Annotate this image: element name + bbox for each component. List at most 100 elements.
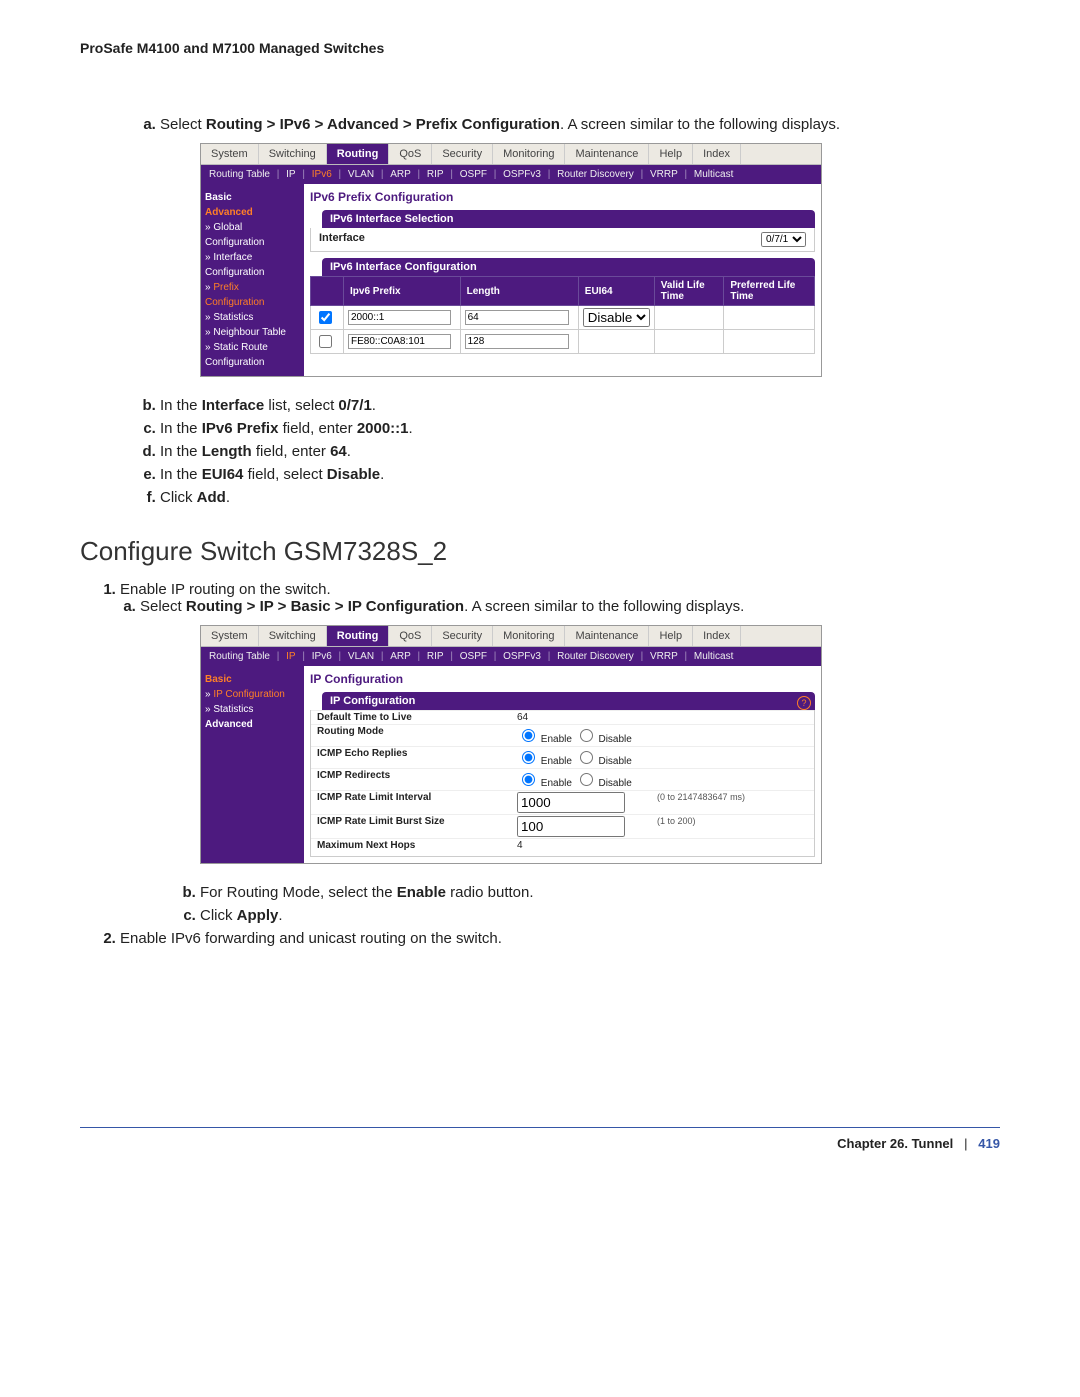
tab-monitoring[interactable]: Monitoring [493, 626, 565, 646]
subtab-ip[interactable]: IP [286, 651, 295, 662]
subtab-ipv6[interactable]: IPv6 [312, 169, 332, 180]
config-hint: (0 to 2147483647 ms) [657, 792, 745, 813]
tab-switching[interactable]: Switching [259, 626, 327, 646]
nav-item[interactable]: Global Configuration [205, 220, 300, 250]
step-c: In the IPv6 Prefix field, enter 2000::1. [160, 420, 1000, 437]
subtab-ospfv3[interactable]: OSPFv3 [503, 651, 541, 662]
tab-help[interactable]: Help [649, 144, 693, 164]
step-1c: Click Apply. [200, 907, 1000, 924]
col-header: Length [460, 277, 578, 306]
radio-disable[interactable] [580, 751, 593, 764]
subtab-ospf[interactable]: OSPF [460, 651, 487, 662]
subtab-rip[interactable]: RIP [427, 651, 444, 662]
interface-label: Interface [319, 232, 365, 247]
tab-qos[interactable]: QoS [389, 144, 432, 164]
nav-item[interactable]: IP Configuration [205, 687, 300, 702]
tab-index[interactable]: Index [693, 626, 741, 646]
nav-basic[interactable]: Basic [205, 672, 300, 687]
subtab-vrrp[interactable]: VRRP [650, 169, 678, 180]
subtab-routing-table[interactable]: Routing Table [209, 651, 270, 662]
tab-maintenance[interactable]: Maintenance [565, 144, 649, 164]
subtab-ip[interactable]: IP [286, 169, 295, 180]
radio-enable[interactable] [522, 751, 535, 764]
nav-item[interactable]: Prefix Configuration [205, 280, 300, 310]
radio-enable[interactable] [522, 773, 535, 786]
step-d: In the Length field, enter 64. [160, 443, 1000, 460]
table-row [311, 330, 815, 354]
ip-config-bar: IP Configuration [322, 692, 815, 710]
tab-system[interactable]: System [201, 144, 259, 164]
tab-maintenance[interactable]: Maintenance [565, 626, 649, 646]
side-nav: BasicIP ConfigurationStatisticsAdvanced [201, 666, 304, 863]
subtab-ipv6[interactable]: IPv6 [312, 651, 332, 662]
tab-system[interactable]: System [201, 626, 259, 646]
footer-rule [80, 1127, 1000, 1128]
nav-basic[interactable]: Basic [205, 190, 300, 205]
nav-item[interactable]: Static Route Configuration [205, 340, 300, 370]
config-label: Default Time to Live [317, 712, 517, 723]
screenshot-ip-config: SystemSwitchingRoutingQoSSecurityMonitor… [200, 625, 822, 864]
tab-qos[interactable]: QoS [389, 626, 432, 646]
row-checkbox[interactable] [319, 311, 332, 324]
nav-item[interactable]: Statistics [205, 702, 300, 717]
config-row: Maximum Next Hops4 [311, 838, 814, 852]
nav-item[interactable]: Neighbour Table [205, 325, 300, 340]
subtab-ospfv3[interactable]: OSPFv3 [503, 169, 541, 180]
page-title: IP Configuration [310, 672, 815, 686]
nav-item[interactable]: Statistics [205, 310, 300, 325]
interface-config-title: IPv6 Interface Configuration [322, 258, 815, 276]
eui64-select[interactable]: Disable [583, 308, 650, 327]
tab-help[interactable]: Help [649, 626, 693, 646]
col-header: Valid Life Time [654, 277, 724, 306]
tab-routing[interactable]: Routing [327, 626, 390, 646]
tab-index[interactable]: Index [693, 144, 741, 164]
prefix-table: Ipv6 PrefixLengthEUI64Valid Life TimePre… [310, 276, 815, 354]
subtab-multicast[interactable]: Multicast [694, 651, 733, 662]
steps-list-a: Select Routing > IPv6 > Advanced > Prefi… [120, 116, 1000, 133]
ipv6-prefix-input[interactable] [348, 310, 451, 325]
config-label: ICMP Redirects [317, 770, 517, 789]
nav-advanced[interactable]: Advanced [205, 717, 300, 732]
config-input[interactable] [517, 792, 625, 813]
step-e: In the EUI64 field, select Disable. [160, 466, 1000, 483]
page-number: 419 [978, 1136, 1000, 1151]
nav-advanced[interactable]: Advanced [205, 205, 300, 220]
tab-switching[interactable]: Switching [259, 144, 327, 164]
radio-enable[interactable] [522, 729, 535, 742]
config-value: 4 [517, 840, 657, 851]
step-b: In the Interface list, select 0/7/1. [160, 397, 1000, 414]
subtab-arp[interactable]: ARP [390, 169, 411, 180]
subtab-arp[interactable]: ARP [390, 651, 411, 662]
screenshot-ipv6-prefix: SystemSwitchingRoutingQoSSecurityMonitor… [200, 143, 822, 377]
numbered-steps-cont: For Routing Mode, select the Enable radi… [80, 884, 1000, 924]
help-icon[interactable]: ? [797, 696, 811, 710]
tab-routing[interactable]: Routing [327, 144, 390, 164]
tab-security[interactable]: Security [432, 626, 493, 646]
row-checkbox[interactable] [319, 335, 332, 348]
tab-monitoring[interactable]: Monitoring [493, 144, 565, 164]
config-row: Default Time to Live64 [311, 710, 814, 724]
subtab-ospf[interactable]: OSPF [460, 169, 487, 180]
config-input[interactable] [517, 816, 625, 837]
nav-item[interactable]: Interface Configuration [205, 250, 300, 280]
radio-disable[interactable] [580, 729, 593, 742]
radio-disable[interactable] [580, 773, 593, 786]
doc-header: ProSafe M4100 and M7100 Managed Switches [80, 40, 1000, 56]
subtab-multicast[interactable]: Multicast [694, 169, 733, 180]
subtab-vrrp[interactable]: VRRP [650, 651, 678, 662]
subtab-vlan[interactable]: VLAN [348, 651, 374, 662]
subtab-routing-table[interactable]: Routing Table [209, 169, 270, 180]
subtab-vlan[interactable]: VLAN [348, 169, 374, 180]
tab-security[interactable]: Security [432, 144, 493, 164]
config-label: Routing Mode [317, 726, 517, 745]
subtab-router-discovery[interactable]: Router Discovery [557, 169, 634, 180]
subtab-rip[interactable]: RIP [427, 169, 444, 180]
subtab-router-discovery[interactable]: Router Discovery [557, 651, 634, 662]
config-row: ICMP Rate Limit Interval(0 to 2147483647… [311, 790, 814, 814]
config-row: ICMP Rate Limit Burst Size(1 to 200) [311, 814, 814, 838]
ipv6-prefix-input[interactable] [348, 334, 451, 349]
interface-select[interactable]: 0/7/1 [761, 232, 806, 247]
length-input[interactable] [465, 334, 569, 349]
section-heading: Configure Switch GSM7328S_2 [80, 536, 1000, 567]
length-input[interactable] [465, 310, 569, 325]
